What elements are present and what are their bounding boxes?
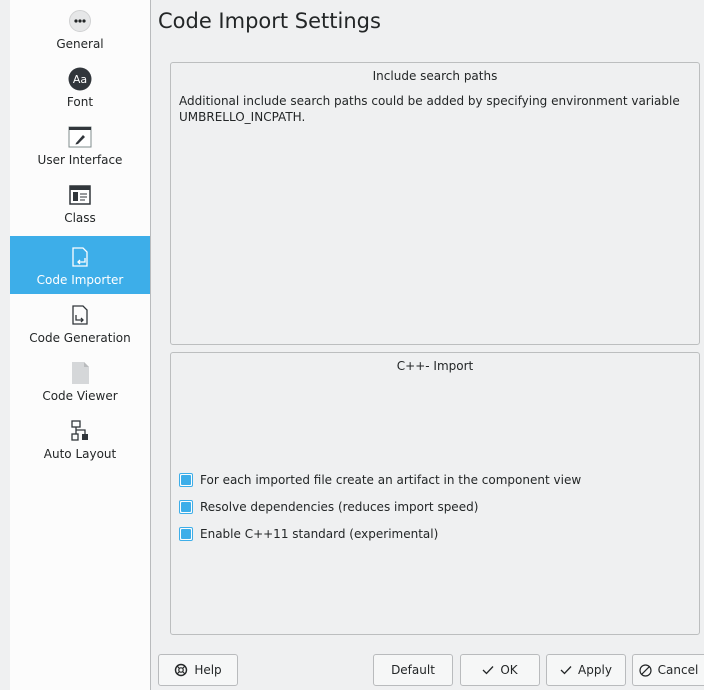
pencil-icon — [68, 125, 92, 149]
checkbox-label: For each imported file create an artifac… — [200, 473, 582, 487]
sidebar-item-label: Code Importer — [36, 273, 124, 287]
sidebar-item-label: Font — [66, 95, 94, 109]
checkbox-indicator[interactable] — [179, 473, 193, 487]
ok-button-label: OK — [500, 663, 518, 677]
sidebar-item-label: Class — [64, 211, 96, 225]
code-generation-icon — [68, 303, 92, 327]
sidebar-item-label: General — [56, 37, 104, 51]
help-button-label: Help — [194, 663, 222, 677]
checkbox-label: Enable C++11 standard (experimental) — [200, 527, 439, 541]
sidebar-item-code-generation[interactable]: Code Generation — [10, 294, 150, 352]
svg-text:Aa: Aa — [73, 73, 87, 86]
sidebar-item-code-viewer[interactable]: Code Viewer — [10, 352, 150, 410]
sidebar-item-class[interactable]: Class — [10, 174, 150, 232]
class-icon — [68, 183, 92, 207]
font-icon: Aa — [68, 67, 92, 91]
layout-icon — [68, 419, 92, 443]
sidebar-item-label: User Interface — [37, 153, 123, 167]
document-icon — [68, 361, 92, 385]
sidebar-item-code-importer[interactable]: Code Importer — [10, 236, 150, 294]
sidebar-item-font[interactable]: Aa Font — [10, 58, 150, 116]
more-icon — [68, 9, 92, 33]
include-search-paths-group: Include search paths Additional include … — [170, 62, 700, 345]
ok-button[interactable]: OK — [460, 654, 540, 686]
help-button[interactable]: Help — [158, 654, 238, 686]
sidebar-item-user-interface[interactable]: User Interface — [10, 116, 150, 174]
create-artifact-checkbox[interactable]: For each imported file create an artifac… — [179, 473, 581, 487]
sidebar-item-label: Auto Layout — [43, 447, 117, 461]
group-title: C++- Import — [396, 359, 474, 373]
cpp-import-group: C++- Import For each imported file creat… — [170, 352, 700, 635]
apply-button[interactable]: Apply — [546, 654, 626, 686]
default-button[interactable]: Default — [373, 654, 453, 686]
sidebar: General Aa Font User Interface Class Cod… — [10, 0, 151, 690]
resolve-dependencies-checkbox[interactable]: Resolve dependencies (reduces import spe… — [179, 500, 478, 514]
code-import-icon — [68, 245, 92, 269]
page-title: Code Import Settings — [158, 9, 381, 33]
sidebar-item-label: Code Viewer — [42, 389, 118, 403]
cancel-button-label: Cancel — [657, 663, 699, 677]
checkbox-label: Resolve dependencies (reduces import spe… — [200, 500, 479, 514]
enable-cpp11-checkbox[interactable]: Enable C++11 standard (experimental) — [179, 527, 438, 541]
apply-button-label: Apply — [578, 663, 612, 677]
checkmark-icon — [560, 665, 572, 675]
checkbox-indicator[interactable] — [179, 500, 193, 514]
checkmark-icon — [482, 665, 494, 675]
sidebar-item-auto-layout[interactable]: Auto Layout — [10, 410, 150, 468]
sidebar-item-general[interactable]: General — [10, 0, 150, 58]
include-paths-description: Additional include search paths could be… — [179, 94, 680, 124]
cancel-icon — [639, 663, 652, 677]
sidebar-item-label: Code Generation — [29, 331, 131, 345]
checkbox-indicator[interactable] — [179, 527, 193, 541]
cancel-button[interactable]: Cancel — [632, 654, 704, 686]
default-button-label: Default — [391, 663, 435, 677]
group-title: Include search paths — [372, 69, 498, 83]
help-icon — [174, 663, 188, 677]
